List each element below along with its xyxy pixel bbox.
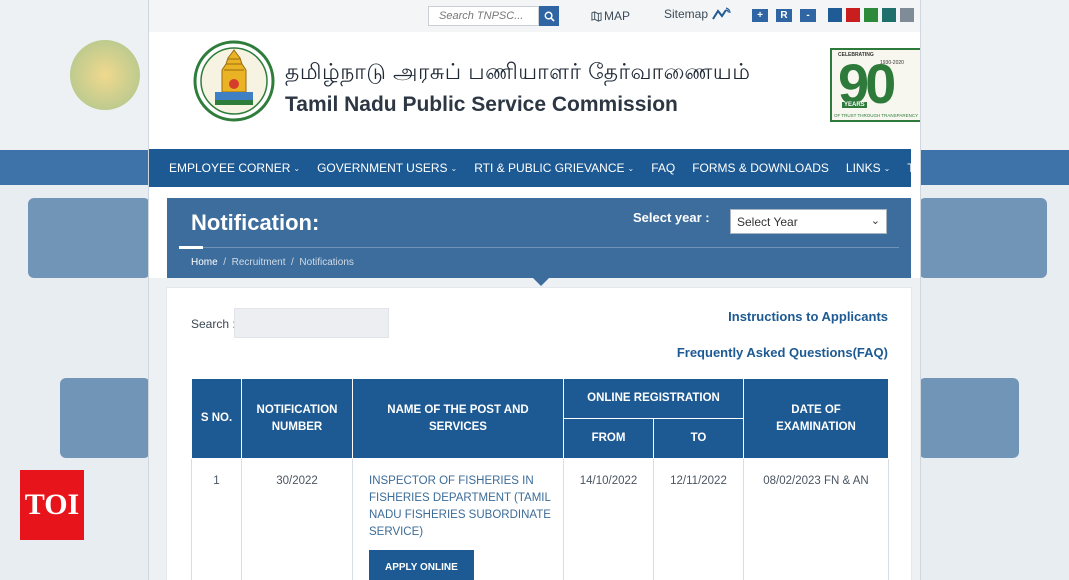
select-year-label: Select year : — [633, 210, 710, 225]
map-link[interactable]: MAP — [591, 9, 630, 23]
header-sno: S NO. — [191, 378, 242, 459]
theme-swatch-grey[interactable] — [900, 8, 914, 22]
faq-link[interactable]: Frequently Asked Questions(FAQ) — [677, 345, 888, 360]
chevron-down-icon: ⌄ — [627, 163, 635, 173]
instructions-to-applicants-link[interactable]: Instructions to Applicants — [728, 309, 888, 324]
cell-to-date: 12/11/2022 — [653, 458, 744, 580]
nav-label: LINKS — [845, 161, 881, 175]
nav-item-faq[interactable]: FAQ — [651, 161, 675, 175]
notifications-table: S NO. NOTIFICATION NUMBER NAME OF THE PO… — [191, 378, 889, 580]
header-title-english: Tamil Nadu Public Service Commission — [285, 93, 678, 116]
nav-item-forms-downloads[interactable]: FORMS & DOWNLOADS — [692, 161, 829, 175]
header-post-name: NAME OF THE POST AND SERVICES — [352, 378, 564, 459]
breadcrumb-separator: / — [220, 257, 229, 268]
map-label: MAP — [604, 9, 631, 23]
breadcrumb-home[interactable]: Home — [191, 257, 218, 268]
font-increase-button[interactable]: + — [752, 9, 768, 22]
cell-sno: 1 — [191, 458, 242, 580]
font-reset-button[interactable]: R — [776, 9, 792, 22]
background-table-blur — [919, 378, 1019, 458]
banner-divider — [179, 247, 899, 248]
breadcrumb-notifications: Notifications — [299, 257, 354, 268]
nav-item-links[interactable]: LINKS ⌄ — [846, 161, 890, 175]
cell-exam-date: 08/02/2023 FN & AN — [743, 458, 889, 580]
badge-tagline: OF TRUST THROUGH TRANSPARENCY — [834, 113, 919, 118]
nav-label: RTI & PUBLIC GRIEVANCE — [474, 161, 625, 175]
background-right — [919, 0, 1069, 580]
sitemap-link[interactable]: Sitemap — [664, 7, 731, 21]
select-year-dropdown[interactable]: Select Year ⌄ — [730, 209, 887, 234]
nav-item-rti-public-grievance[interactable]: RTI & PUBLIC GRIEVANCE ⌄ — [474, 161, 634, 175]
sitemap-label: Sitemap — [664, 7, 709, 21]
search-icon — [544, 11, 555, 22]
theme-swatch-teal[interactable] — [882, 8, 896, 22]
header-exam-date: DATE OF EXAMINATION — [743, 378, 889, 459]
cell-notification-number: 30/2022 — [241, 458, 353, 580]
site-header: தமிழ்நாடு அரசுப் பணியாளர் தேர்வாணையம் Ta… — [169, 32, 920, 139]
main-navigation: EMPLOYEE CORNER ⌄ GOVERNMENT USERS ⌄ RTI &… — [149, 149, 920, 187]
background-banner-blur — [28, 198, 150, 278]
background-emblem-blur — [70, 40, 140, 110]
toi-logo: TOI — [20, 470, 84, 540]
page-title: Notification: — [191, 210, 320, 235]
notification-banner: Notification: Select year : Select Year … — [167, 198, 911, 278]
select-year-value: Select Year — [737, 215, 798, 229]
font-decrease-button[interactable]: - — [800, 9, 816, 22]
header-to: TO — [653, 418, 744, 459]
nav-item-tenders[interactable]: TENDERS — [907, 161, 920, 175]
theme-swatch-red[interactable] — [846, 8, 860, 22]
cell-from-date: 14/10/2022 — [563, 458, 654, 580]
table-search-label: Search : — [191, 317, 236, 331]
map-icon — [591, 10, 602, 22]
nav-label: GOVERNMENT USERS — [317, 161, 448, 175]
sitemap-icon — [712, 7, 731, 20]
header-notification-number: NOTIFICATION NUMBER — [241, 378, 353, 459]
nav-label: EMPLOYEE CORNER — [169, 161, 291, 175]
table-row: 1 30/2022 INSPECTOR OF FISHERIES IN FISH… — [191, 458, 889, 580]
nav-label: FAQ — [651, 161, 676, 175]
apply-online-button[interactable]: APPLY ONLINE — [369, 550, 474, 580]
title-underline — [179, 246, 203, 249]
theme-swatch-blue[interactable] — [828, 8, 842, 22]
theme-swatch-green[interactable] — [864, 8, 878, 22]
banner-pointer — [533, 278, 549, 286]
notifications-content: Search : Instructions to Applicants Freq… — [167, 288, 911, 580]
chevron-down-icon: ⌄ — [870, 215, 880, 227]
header-online-registration: ONLINE REGISTRATION — [563, 378, 744, 419]
tamil-nadu-emblem-icon — [193, 40, 275, 122]
table-search-input[interactable] — [234, 308, 389, 338]
nav-item-employee-corner[interactable]: EMPLOYEE CORNER ⌄ — [169, 161, 300, 175]
chevron-down-icon: ⌄ — [450, 163, 458, 173]
breadcrumb-recruitment[interactable]: Recruitment — [232, 257, 286, 268]
background-table-blur — [60, 378, 150, 458]
chevron-down-icon: ⌄ — [883, 163, 891, 173]
site-search-input[interactable]: Search TNPSC... — [428, 6, 539, 26]
header-title-tamil: தமிழ்நாடு அரசுப் பணியாளர் தேர்வாணையம் — [285, 59, 751, 84]
tnpsc-page: Search TNPSC... MAP Sitemap + R - தமிழ்ந… — [148, 0, 921, 580]
nav-label: FORMS & DOWNLOADS — [692, 161, 829, 175]
chevron-down-icon: ⌄ — [293, 163, 301, 173]
breadcrumb-separator: / — [288, 257, 297, 268]
breadcrumb: Home / Recruitment / Notifications — [191, 257, 354, 268]
nav-item-government-users[interactable]: GOVERNMENT USERS ⌄ — [317, 161, 457, 175]
cell-post-name: INSPECTOR OF FISHERIES IN FISHERIES DEPA… — [352, 458, 564, 580]
nav-label: TENDERS — [907, 161, 920, 175]
site-search-button[interactable] — [539, 6, 559, 26]
post-name-text: INSPECTOR OF FISHERIES IN FISHERIES DEPA… — [369, 475, 551, 538]
header-from: FROM — [563, 418, 654, 459]
celebrating-90-years-badge: CELEBRATING 1930-2020 90 YEARS OF TRUST … — [830, 48, 920, 122]
top-utility-bar: Search TNPSC... MAP Sitemap + R - — [149, 0, 920, 32]
background-banner-blur — [919, 198, 1047, 278]
badge-years-label: YEARS — [842, 102, 867, 108]
